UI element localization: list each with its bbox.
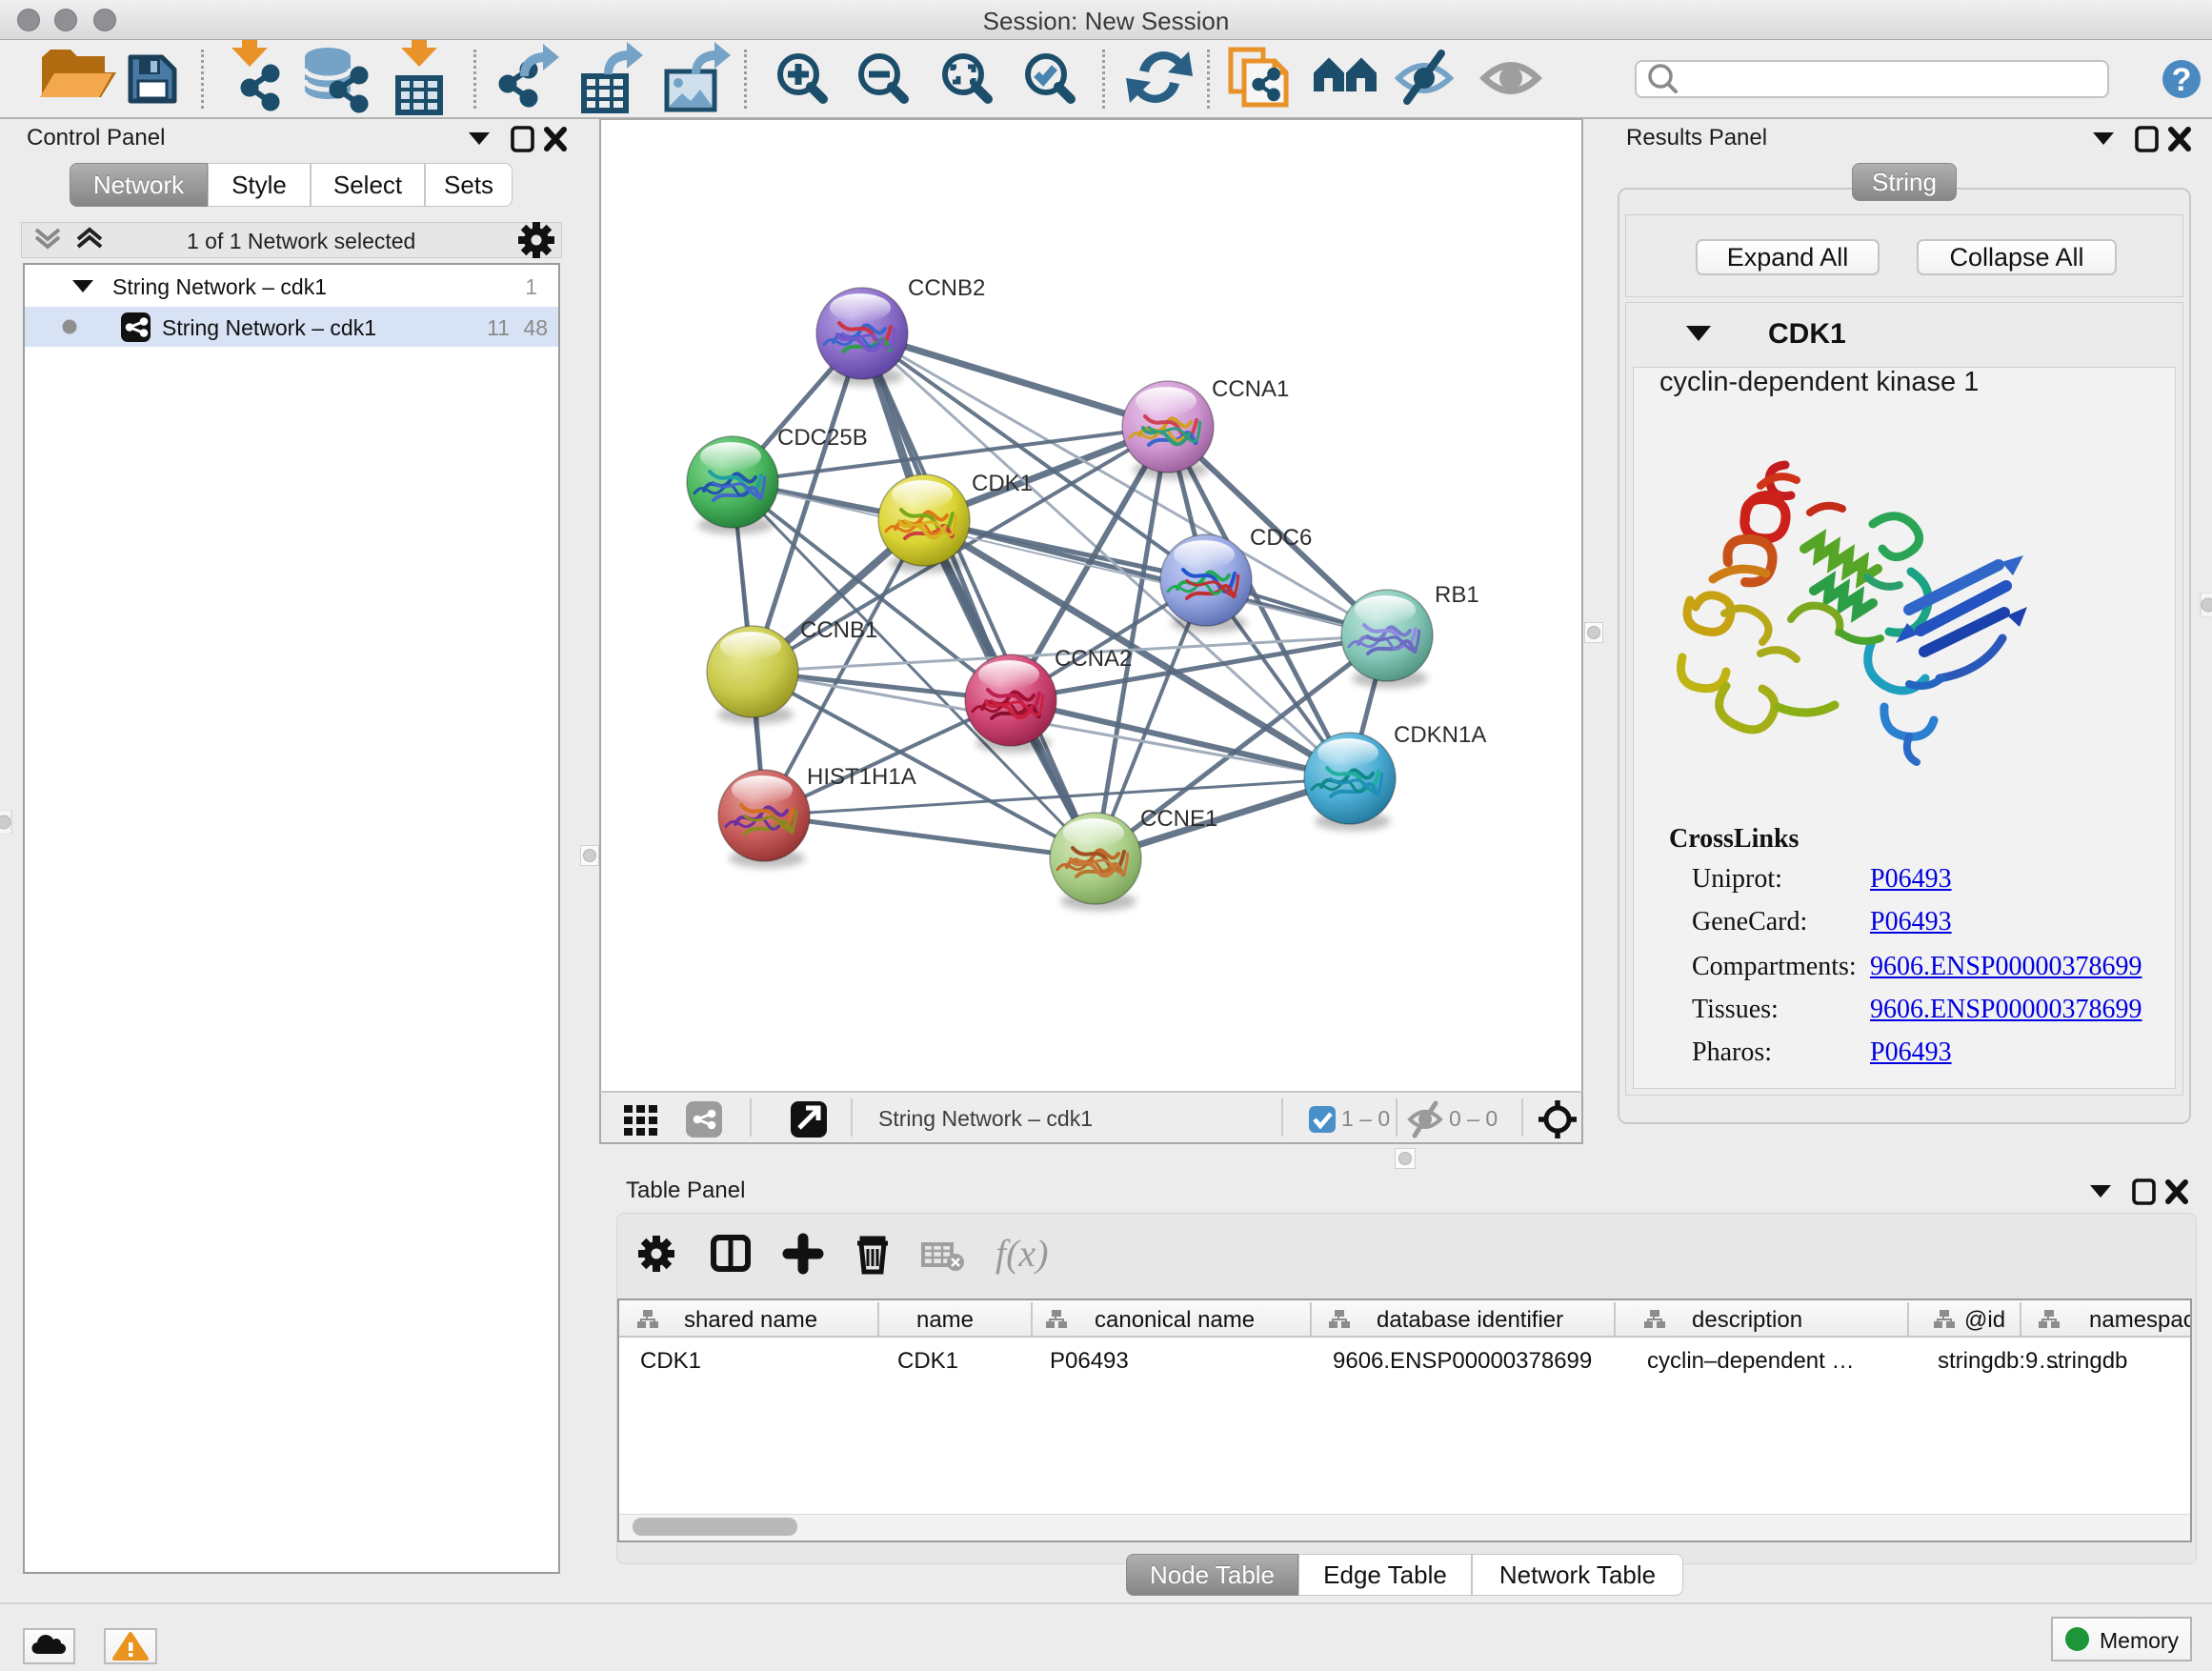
svg-text:CDK1: CDK1 [897, 1348, 958, 1374]
svg-text:cyclin–dependent …: cyclin–dependent … [1647, 1348, 1854, 1374]
svg-text:9606.ENSP00000378699: 9606.ENSP00000378699 [1333, 1348, 1592, 1374]
svg-text:f(x): f(x) [995, 1232, 1049, 1275]
svg-text:stringdb:9…: stringdb:9… [1938, 1348, 2061, 1374]
svg-text:CDC6: CDC6 [1250, 525, 1312, 551]
svg-text:namespac: namespac [2089, 1307, 2190, 1333]
svg-text:CCNA2: CCNA2 [1055, 646, 1132, 672]
svg-text:CCNA1: CCNA1 [1212, 376, 1289, 402]
svg-text:CCNB1: CCNB1 [800, 617, 877, 643]
svg-text:canonical name: canonical name [1095, 1307, 1255, 1333]
svg-text:database identifier: database identifier [1377, 1307, 1563, 1333]
svg-text:CCNB2: CCNB2 [908, 275, 985, 301]
svg-text:RB1: RB1 [1435, 582, 1479, 608]
svg-text:shared name: shared name [684, 1307, 817, 1333]
svg-text:name: name [916, 1307, 974, 1333]
svg-text:CDK1: CDK1 [972, 471, 1033, 496]
svg-text:description: description [1692, 1307, 1802, 1333]
svg-text:HIST1H1A: HIST1H1A [807, 764, 916, 790]
svg-text:CDC25B: CDC25B [777, 425, 868, 451]
svg-text:CCNE1: CCNE1 [1140, 806, 1217, 832]
svg-text:?: ? [2172, 62, 2192, 98]
svg-text:stringdb: stringdb [2046, 1348, 2127, 1374]
svg-text:P06493: P06493 [1050, 1348, 1129, 1374]
svg-text:CDKN1A: CDKN1A [1394, 722, 1486, 748]
svg-text:CDK1: CDK1 [640, 1348, 701, 1374]
svg-text:@id: @id [1964, 1307, 2005, 1333]
